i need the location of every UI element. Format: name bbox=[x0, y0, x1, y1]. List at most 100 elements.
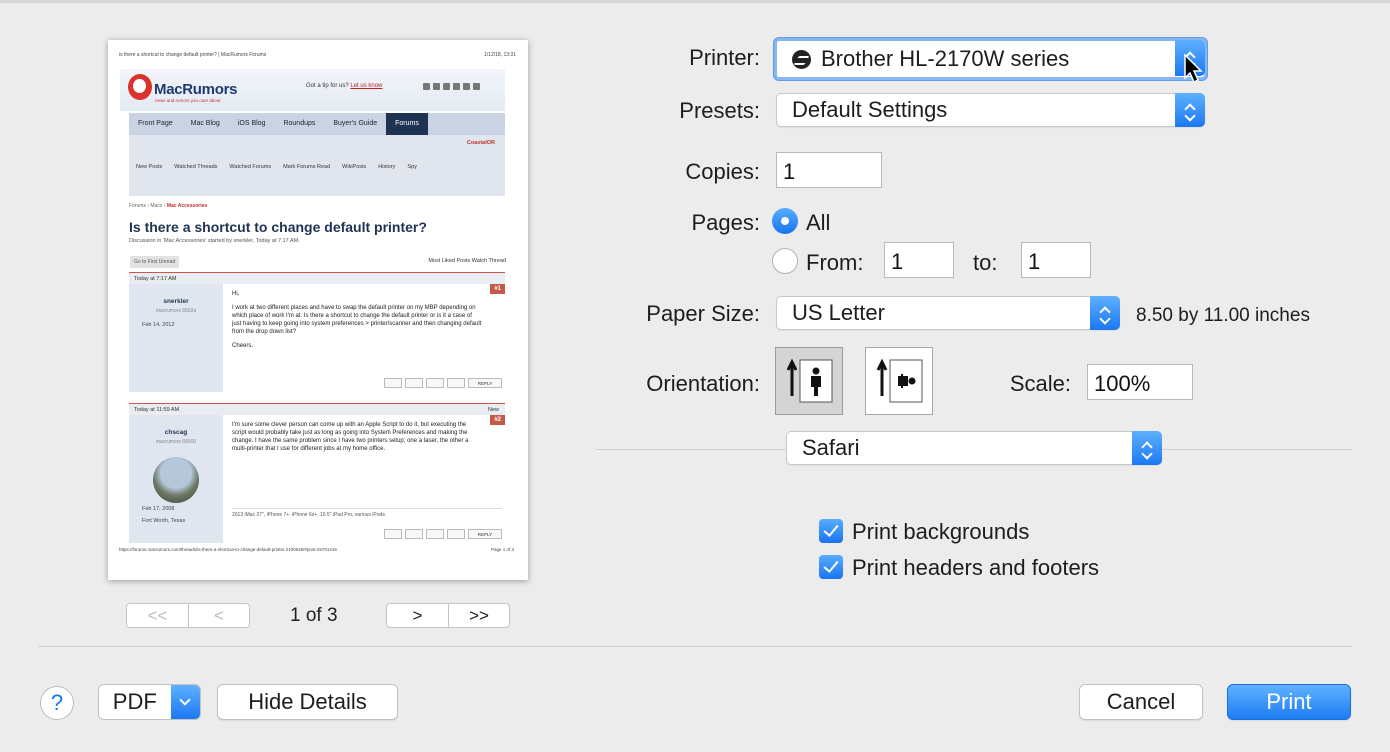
printer-status-icon bbox=[792, 49, 811, 69]
print-button[interactable]: Print bbox=[1227, 684, 1351, 720]
print-preview-page: is there a shortcut to change default pr… bbox=[108, 40, 528, 580]
pages-label: Pages: bbox=[691, 210, 761, 235]
preview-subnav-item: New Posts bbox=[136, 164, 163, 170]
mail-icon bbox=[463, 83, 470, 90]
previous-page-button[interactable]: < bbox=[188, 604, 249, 627]
chevron-down-icon bbox=[170, 685, 200, 719]
cancel-button[interactable]: Cancel bbox=[1079, 684, 1203, 720]
portrait-orientation-button[interactable] bbox=[775, 347, 843, 415]
copies-field[interactable]: 1 bbox=[776, 152, 882, 188]
preview-social-icons bbox=[423, 83, 480, 90]
preview-post-text: I work at two different places and have … bbox=[232, 305, 482, 335]
preview-breadcrumb-macs: Macs bbox=[150, 203, 163, 209]
preview-post-username: chscag bbox=[164, 429, 188, 436]
preview-footer-url: https://forums.macrumors.com/threads/is-… bbox=[119, 547, 337, 552]
reply-icon: REPLY bbox=[468, 529, 502, 539]
preview-post-new: New bbox=[487, 407, 499, 413]
preview-subnav-item: Watched Forums bbox=[229, 164, 272, 170]
preview-post-rank: macrumors 6502a bbox=[155, 308, 197, 314]
presets-label: Presets: bbox=[679, 98, 760, 123]
pages-from-label: From: bbox=[806, 250, 864, 275]
avatar bbox=[153, 457, 199, 503]
preview-post-number: #1 bbox=[490, 284, 505, 294]
preview-post-2: Today at 11:59 AM New chscag macrumors 68… bbox=[129, 403, 505, 543]
preview-post-time-bar: Today at 11:59 AM New bbox=[129, 403, 505, 415]
scale-field[interactable]: 100% bbox=[1087, 364, 1193, 400]
printer-popup[interactable]: Brother HL-2170W series bbox=[774, 38, 1207, 80]
preview-post-text: I'm sure some clever person can come up … bbox=[232, 422, 469, 452]
preview-tip-text: Got a tip for us? bbox=[306, 83, 349, 89]
preview-post-time: Today at 11:59 AM bbox=[134, 407, 180, 413]
preview-logo-tagline: news and rumors you care about bbox=[155, 98, 221, 103]
preview-post-1: Today at 7:17 AM snerkler macrumors 6502… bbox=[129, 272, 505, 392]
preview-tip-link: Let us know bbox=[350, 83, 383, 89]
pager-forward-group: > >> bbox=[386, 603, 510, 628]
scale-label: Scale: bbox=[1009, 371, 1071, 396]
pdf-menu-button[interactable]: PDF bbox=[98, 684, 201, 720]
preview-nav-item: Buyer's Guide bbox=[333, 120, 378, 127]
pages-all-radio[interactable] bbox=[772, 208, 798, 234]
last-page-button[interactable]: >> bbox=[448, 604, 509, 627]
rss-icon bbox=[453, 83, 460, 90]
paper-dimensions: 8.50 by 11.00 inches bbox=[1136, 305, 1310, 326]
preview-subnav-item: History bbox=[378, 164, 396, 170]
macrumors-logo-icon bbox=[128, 74, 152, 100]
preview-go-first-unread: Go to First Unread bbox=[130, 256, 180, 268]
print-headers-footers-label: Print headers and footers bbox=[852, 555, 1100, 580]
print-section-value: Safari bbox=[802, 435, 860, 460]
mouse-cursor-icon bbox=[1184, 54, 1203, 84]
preview-header-date: 1/12/18, 13:31 bbox=[484, 52, 516, 58]
preview-post-body: Hi, I work at two different places and h… bbox=[232, 290, 482, 350]
pages-to-field[interactable]: 1 bbox=[1021, 242, 1091, 278]
preview-post-actions: REPLY bbox=[384, 529, 502, 539]
preview-post-signoff: Cheers. bbox=[232, 343, 254, 349]
preview-post-joined: Feb 17, 2008 bbox=[142, 506, 175, 512]
preview-footer-page: Page 1 of 3 bbox=[490, 547, 514, 552]
preview-post-signature: 2013 iMac 27", iPhone 7+, iPhone 6s+, 10… bbox=[232, 508, 502, 518]
youtube-icon bbox=[443, 83, 450, 90]
twitter-icon bbox=[433, 83, 440, 90]
share-icon bbox=[384, 529, 402, 539]
like-icon bbox=[426, 529, 444, 539]
print-section-popup[interactable]: Safari bbox=[786, 431, 1162, 465]
portrait-icon bbox=[786, 358, 833, 403]
paper-size-label: Paper Size: bbox=[646, 301, 760, 326]
preview-nav-item: Mac Blog bbox=[190, 120, 220, 127]
preview-breadcrumb-forums: Forums bbox=[129, 203, 146, 209]
preview-user-badge: CoastalOR bbox=[129, 135, 505, 152]
report-icon bbox=[405, 529, 423, 539]
pages-from-field[interactable]: 1 bbox=[884, 242, 954, 278]
preview-header-title: is there a shortcut to change default pr… bbox=[119, 52, 267, 58]
paper-size-popup[interactable]: US Letter bbox=[776, 296, 1120, 330]
pages-from-radio[interactable] bbox=[772, 248, 798, 274]
preview-nav-item: Roundups bbox=[283, 120, 316, 127]
preview-post-actions: REPLY bbox=[384, 378, 502, 388]
print-backgrounds-checkbox[interactable] bbox=[819, 519, 843, 543]
print-backgrounds-label: Print backgrounds bbox=[852, 519, 1030, 544]
preview-most-liked: Most Liked Posts Watch Thread bbox=[428, 258, 506, 264]
preview-nav-item: Front Page bbox=[138, 120, 173, 127]
next-page-button[interactable]: > bbox=[387, 604, 448, 627]
preview-post-location: Fort Worth, Texas bbox=[142, 518, 186, 524]
landscape-icon bbox=[876, 358, 923, 403]
tip-icon bbox=[473, 83, 480, 90]
landscape-orientation-button[interactable] bbox=[865, 347, 933, 415]
preview-thread-title: Is there a shortcut to change default pr… bbox=[129, 219, 427, 235]
help-button[interactable]: ? bbox=[40, 686, 74, 720]
preview-breadcrumb: Forums › Macs › Mac Accessories bbox=[129, 203, 208, 209]
facebook-icon bbox=[423, 83, 430, 90]
share-icon bbox=[384, 378, 402, 388]
window-top-edge bbox=[0, 0, 1390, 3]
quote-icon bbox=[447, 529, 465, 539]
like-icon bbox=[426, 378, 444, 388]
presets-popup[interactable]: Default Settings bbox=[776, 93, 1205, 127]
pager-back-group: << < bbox=[126, 603, 250, 628]
chevron-updown-icon bbox=[1090, 296, 1120, 330]
print-headers-footers-checkbox[interactable] bbox=[819, 555, 843, 579]
preview-subnav-item: Watched Threads bbox=[174, 164, 218, 170]
preview-nav: Front Page Mac Blog iOS Blog Roundups Bu… bbox=[129, 113, 505, 135]
preview-post-greeting: Hi, bbox=[232, 291, 240, 297]
hide-details-button[interactable]: Hide Details bbox=[217, 684, 398, 720]
preview-post-rank: macrumors 68000 bbox=[155, 439, 197, 445]
first-page-button[interactable]: << bbox=[127, 604, 188, 627]
